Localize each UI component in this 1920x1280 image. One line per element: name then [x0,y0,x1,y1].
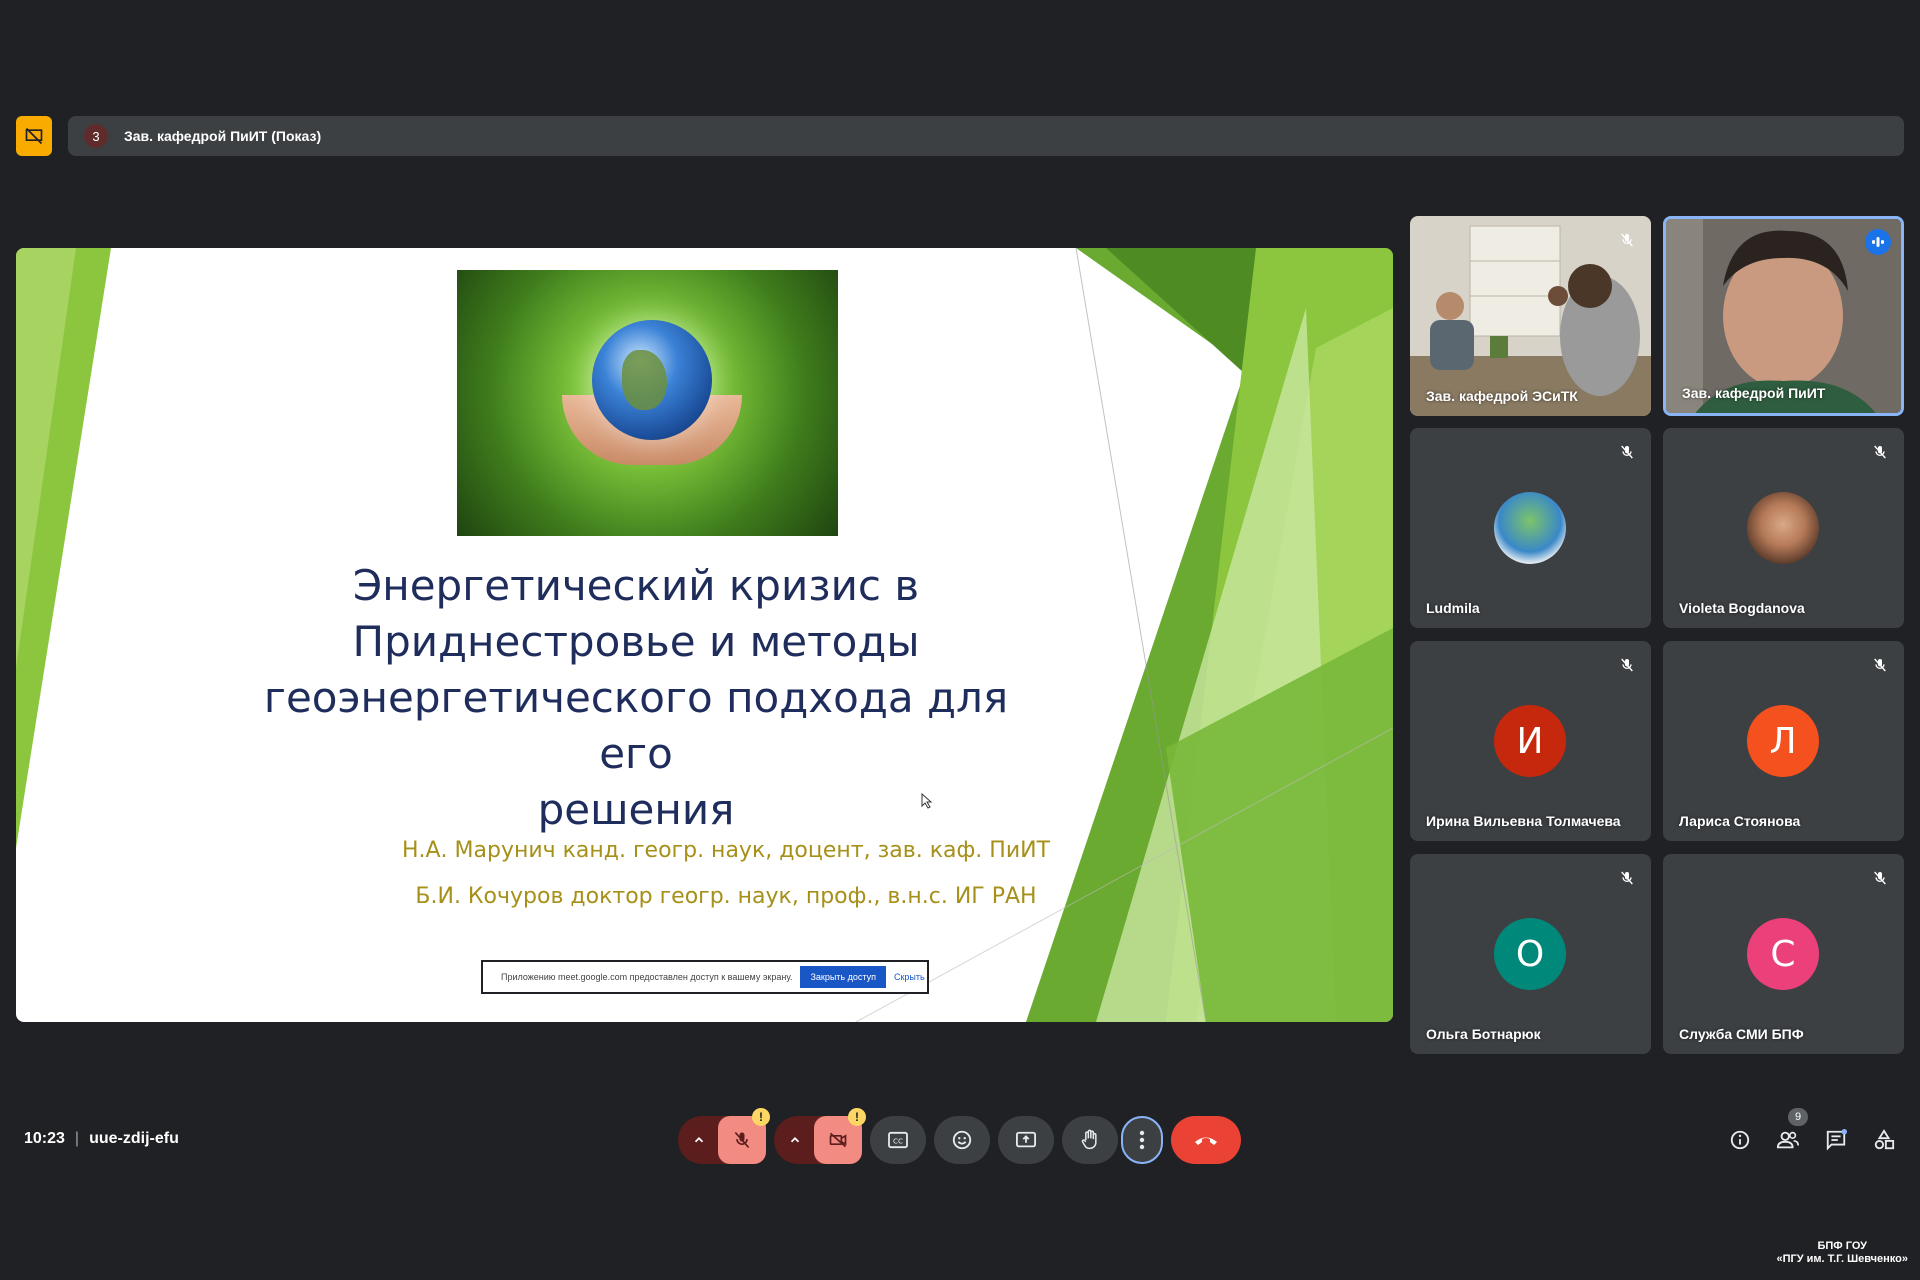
info-icon [1730,1130,1750,1150]
presenter-bar: 3 Зав. кафедрой ПиИТ (Показ) [68,116,1904,156]
participant-tile-smi[interactable]: С Служба СМИ БПФ [1663,854,1904,1054]
participant-tile-ludmila[interactable]: Ludmila [1410,428,1651,628]
presenter-title: Зав. кафедрой ПиИТ (Показ) [124,128,322,144]
separator: | [74,1130,80,1147]
avatar-initial: С [1747,918,1819,990]
meeting-info: 10:23 | uue-zdij-efu [24,1130,179,1148]
muted-mic-icon [1868,866,1892,890]
chat-button[interactable] [1820,1124,1852,1156]
stop-sharing-button[interactable]: Закрыть доступ [800,966,886,988]
participant-tile-olga[interactable]: О Ольга Ботнарюк [1410,854,1651,1054]
camera-options-chevron-icon[interactable] [774,1116,816,1164]
reactions-button[interactable] [934,1116,990,1164]
raise-hand-button[interactable] [1062,1116,1118,1164]
activities-button[interactable] [1868,1124,1900,1156]
earth-in-hands-image [457,270,838,536]
svg-text:CC: CC [893,1137,903,1146]
shared-screen-slide: Энергетический кризис в Приднестровье и … [16,248,1393,1022]
muted-mic-icon [1868,440,1892,464]
mic-toggle-button[interactable]: ! [718,1108,770,1164]
avatar-photo [1747,492,1819,564]
participants-count-badge: 9 [1788,1108,1808,1126]
clock-time: 10:23 [24,1130,65,1147]
meeting-code: uue-zdij-efu [89,1130,179,1147]
participant-tile-larisa[interactable]: Л Лариса Стоянова [1663,641,1904,841]
participant-name: Ольга Ботнарюк [1426,1026,1541,1042]
camera-control-group: ! [774,1108,866,1164]
warning-badge-icon: ! [752,1108,770,1126]
participant-tile-esitk[interactable]: Зав. кафедрой ЭСиТК [1410,216,1651,416]
camera-off-icon [829,1132,847,1148]
chat-icon [1826,1129,1847,1151]
mic-off-icon [734,1131,750,1149]
share-notice-text: Приложению meet.google.com предоставлен … [501,972,793,982]
participant-name: Ludmila [1426,600,1480,616]
activities-icon [1874,1129,1895,1150]
avatar-initial: Л [1747,705,1819,777]
mic-options-chevron-icon[interactable] [678,1116,720,1164]
camera-toggle-button[interactable]: ! [814,1108,866,1164]
mic-control-group: ! [678,1108,770,1164]
muted-mic-icon [1615,866,1639,890]
muted-mic-icon [1868,653,1892,677]
people-icon [1776,1131,1799,1149]
end-call-icon [1195,1137,1217,1145]
participant-tile-irina[interactable]: И Ирина Вильевна Толмачева [1410,641,1651,841]
participant-name: Служба СМИ БПФ [1679,1026,1804,1042]
muted-mic-icon [1615,440,1639,464]
present-screen-icon [1016,1131,1036,1148]
presentation-off-icon[interactable] [16,116,52,156]
more-options-button[interactable] [1121,1116,1163,1164]
watermark-text: БПФ ГОУ «ПГУ им. Т.Г. Шевченко» [1776,1240,1908,1265]
participant-name: Violeta Bogdanova [1679,600,1805,616]
emoji-icon [952,1130,972,1150]
meeting-details-button[interactable] [1724,1124,1756,1156]
participant-tile-violeta[interactable]: Violeta Bogdanova [1663,428,1904,628]
classroom-video-feed [1410,216,1651,416]
speaking-indicator-icon [1865,229,1891,255]
muted-mic-icon [1615,228,1639,252]
avatar-earth-image [1494,492,1566,564]
avatar-initial: И [1494,705,1566,777]
slide-authors: Н.А. Марунич канд. геогр. наук, доцент, … [401,838,1051,909]
screen-share-notice: Приложению meet.google.com предоставлен … [481,960,929,994]
more-vert-icon [1139,1130,1145,1150]
participant-name: Зав. кафедрой ЭСиТК [1426,388,1578,404]
captions-icon: CC [888,1131,908,1149]
mouse-cursor-icon [921,793,933,809]
participant-name: Зав. кафедрой ПиИТ [1682,385,1826,401]
raise-hand-icon [1081,1129,1097,1150]
avatar-initial: О [1494,918,1566,990]
participant-tile-piit[interactable]: Зав. кафедрой ПиИТ [1663,216,1904,416]
leave-call-button[interactable] [1171,1116,1241,1164]
captions-button[interactable]: CC [870,1116,926,1164]
hide-notice-link[interactable]: Скрыть [894,972,925,982]
people-button[interactable] [1772,1124,1804,1156]
participant-name: Ирина Вильевна Толмачева [1426,813,1621,829]
muted-mic-icon [1615,653,1639,677]
present-screen-button[interactable] [998,1116,1054,1164]
presenter-count-badge: 3 [84,124,108,148]
participant-name: Лариса Стоянова [1679,813,1801,829]
warning-badge-icon: ! [848,1108,866,1126]
